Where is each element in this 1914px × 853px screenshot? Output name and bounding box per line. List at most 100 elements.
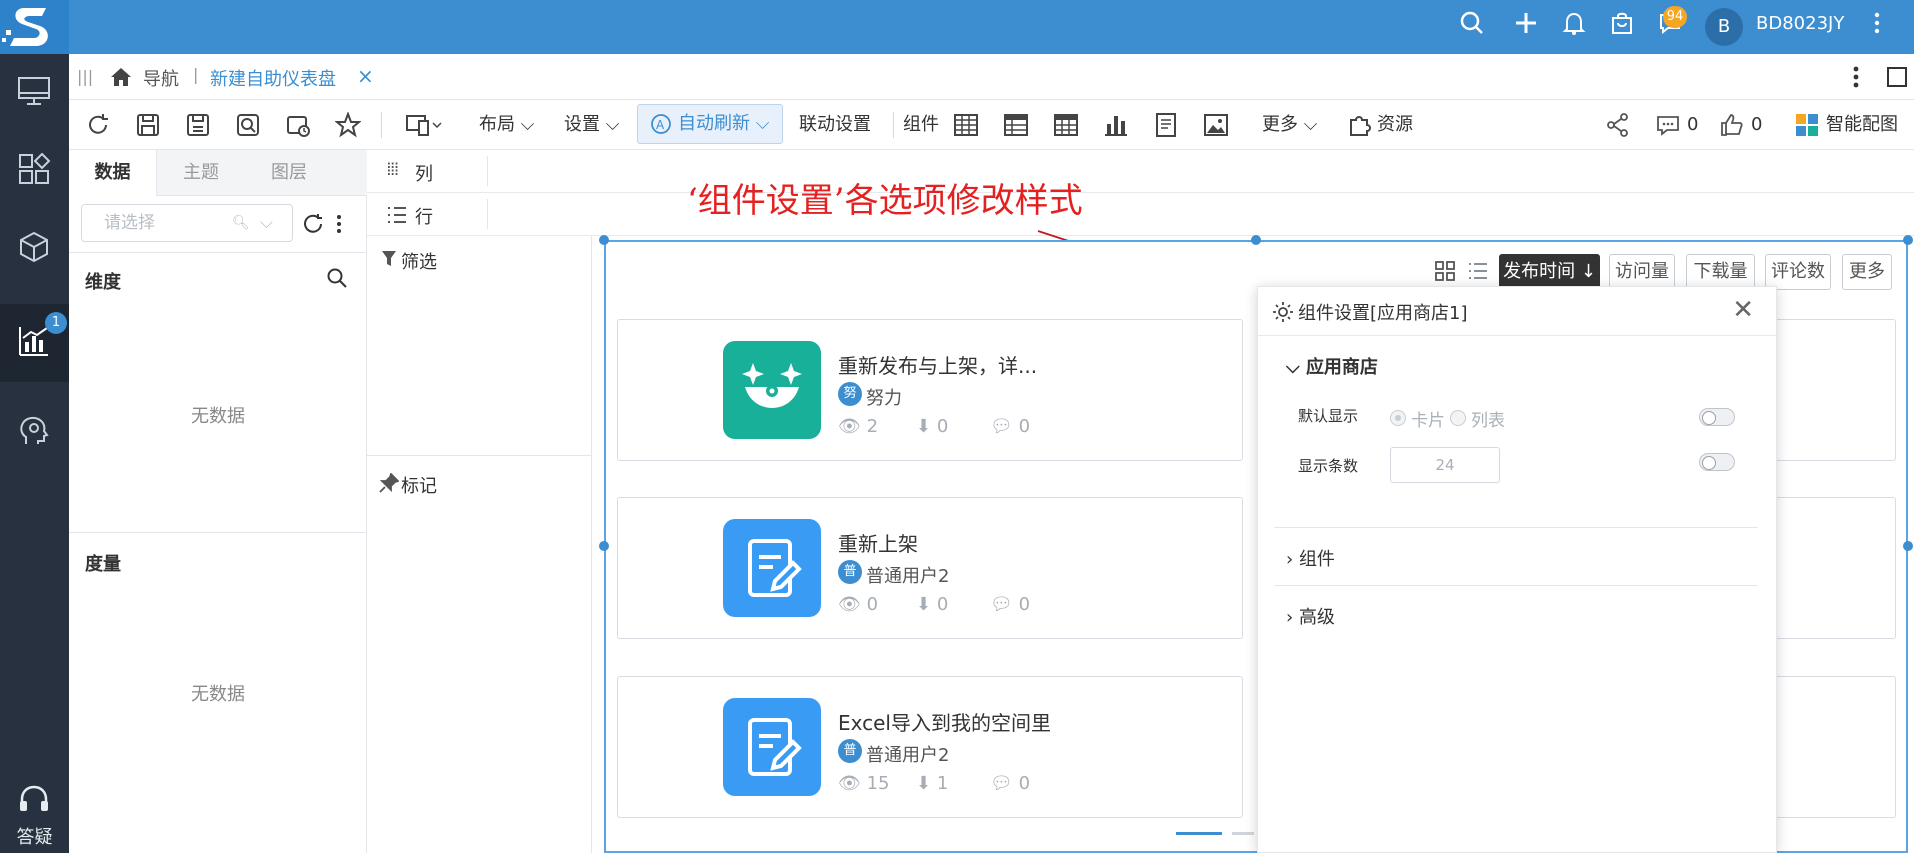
maximize-icon[interactable]: [1887, 67, 1907, 87]
views-count: 15: [866, 773, 890, 794]
tab-dashboard[interactable]: 新建自助仪表盘: [210, 65, 336, 91]
preview-icon[interactable]: [235, 112, 261, 138]
radio-card[interactable]: [1390, 410, 1406, 426]
filter-label[interactable]: 筛选: [401, 248, 437, 274]
dataset-select[interactable]: 请选择 🔍︎ ⌵: [81, 204, 293, 242]
search-icon[interactable]: [1455, 10, 1489, 44]
columns-shelf[interactable]: ⦙⦙⦙ 列: [367, 150, 1914, 193]
comment-icon[interactable]: [1655, 112, 1681, 138]
app-logo[interactable]: [0, 0, 69, 54]
save-icon[interactable]: [135, 112, 161, 138]
tab-close-icon[interactable]: ×: [357, 64, 374, 88]
pager-inactive[interactable]: [1232, 832, 1254, 835]
more-vertical-icon[interactable]: [1846, 65, 1866, 89]
grid-view-icon[interactable]: [1434, 260, 1456, 282]
sort-more[interactable]: 更多: [1842, 254, 1892, 290]
smart-chart-button[interactable]: 智能配图: [1826, 100, 1898, 150]
app-card[interactable]: 重新上架 普 普通用户2 👁︎ 0 ⬇︎ 0 💬︎ 0: [617, 497, 1243, 639]
group-component[interactable]: › 组件: [1286, 545, 1335, 571]
puzzle-icon[interactable]: [1347, 112, 1373, 138]
search-icon[interactable]: [326, 267, 348, 289]
app-title[interactable]: Excel导入到我的空间里: [838, 707, 1051, 736]
edit-doc-icon: [748, 539, 802, 597]
group-advanced[interactable]: › 高级: [1286, 603, 1335, 629]
default-display-toggle[interactable]: [1699, 408, 1735, 426]
sort-comments[interactable]: 评论数: [1765, 254, 1831, 290]
tab-bar: ||| 导航 | 新建自助仪表盘 ×: [69, 54, 1914, 100]
tab-theme[interactable]: 主题: [157, 150, 245, 196]
nav-tab[interactable]: 导航: [143, 65, 179, 91]
linkage-settings-button[interactable]: 联动设置: [799, 100, 871, 150]
radio-card-label[interactable]: 卡片: [1411, 406, 1445, 431]
more-menu[interactable]: 更多 ⌵: [1262, 100, 1317, 150]
resize-handle[interactable]: [1903, 235, 1913, 245]
refresh-icon[interactable]: [301, 212, 325, 236]
tab-data[interactable]: 数据: [69, 150, 157, 196]
radio-list[interactable]: [1450, 410, 1466, 426]
help-button[interactable]: 答疑: [0, 771, 69, 851]
pager-active[interactable]: [1176, 832, 1222, 835]
radio-list-label[interactable]: 列表: [1471, 406, 1505, 431]
app-card-partial[interactable]: [1770, 319, 1896, 461]
rail-item-analysis[interactable]: 1: [0, 304, 69, 382]
bell-icon[interactable]: [1557, 10, 1591, 44]
like-icon[interactable]: [1719, 112, 1745, 138]
count-toggle[interactable]: [1699, 453, 1735, 471]
app-card-partial[interactable]: [1770, 676, 1896, 818]
text-icon[interactable]: [1153, 112, 1179, 138]
count-input[interactable]: 24: [1390, 447, 1500, 483]
device-icon[interactable]: [405, 112, 443, 138]
resource-button[interactable]: 资源: [1377, 100, 1413, 150]
resize-handle[interactable]: [599, 235, 609, 245]
more-vertical-icon[interactable]: [1860, 10, 1894, 44]
resize-handle[interactable]: [599, 541, 609, 551]
star-icon[interactable]: [335, 112, 361, 138]
refresh-icon[interactable]: [85, 112, 111, 138]
list-view-icon[interactable]: [1467, 260, 1489, 282]
close-icon[interactable]: ✕: [1732, 295, 1754, 325]
share-icon[interactable]: [1605, 112, 1631, 138]
rail-item-brain[interactable]: [0, 394, 69, 472]
toolbar: 布局 ⌵ 设置 ⌵ A 自动刷新 ⌵ 联动设置 组件 更多 ⌵ 资源 0 0 智…: [69, 100, 1914, 150]
auto-refresh-button[interactable]: A 自动刷新 ⌵: [637, 104, 783, 144]
collapse-icon[interactable]: |||: [77, 67, 93, 86]
sort-downloads[interactable]: 下载量: [1686, 254, 1755, 290]
downloads-stat: ⬇︎ 1: [916, 773, 948, 794]
bag-icon[interactable]: [1605, 10, 1639, 44]
resize-handle[interactable]: [1903, 541, 1913, 551]
group-app-store[interactable]: ⌵ 应用商店: [1286, 353, 1378, 379]
image-icon[interactable]: [1203, 112, 1229, 138]
app-card[interactable]: 重新发布与上架，详... 努 努力 👁︎ 2 ⬇︎ 0 💬︎ 0: [617, 319, 1243, 461]
smart-chart-icon[interactable]: [1794, 112, 1820, 138]
detail-table-icon[interactable]: [1053, 112, 1079, 138]
tab-layers[interactable]: 图层: [245, 150, 333, 196]
component-label: 组件: [903, 114, 939, 135]
crosstab-icon[interactable]: [1003, 112, 1029, 138]
avatar[interactable]: B: [1705, 8, 1743, 46]
home-icon[interactable]: [109, 66, 133, 88]
rail-item-apps[interactable]: [0, 132, 69, 210]
left-rail: 1 答疑: [0, 54, 69, 853]
rail-item-cube[interactable]: [0, 210, 69, 288]
save-as-icon[interactable]: [185, 112, 211, 138]
settings-menu[interactable]: 设置 ⌵: [564, 100, 619, 150]
mark-label[interactable]: 标记: [401, 472, 437, 498]
username[interactable]: BD8023JY: [1756, 13, 1844, 34]
add-icon[interactable]: [1509, 10, 1543, 44]
more-vertical-icon[interactable]: [333, 212, 345, 236]
app-card[interactable]: Excel导入到我的空间里 普 普通用户2 👁︎ 15 ⬇︎ 1 💬︎ 0: [617, 676, 1243, 818]
app-card-partial[interactable]: [1770, 497, 1896, 639]
rail-item-screen[interactable]: [0, 54, 69, 132]
layout-menu[interactable]: 布局 ⌵: [479, 100, 534, 150]
more-label: 更多: [1262, 114, 1298, 135]
sort-views[interactable]: 访问量: [1609, 254, 1675, 290]
bar-chart-icon[interactable]: [1103, 112, 1129, 138]
app-title[interactable]: 重新发布与上架，详...: [838, 350, 1037, 379]
app-title[interactable]: 重新上架: [838, 528, 918, 557]
resize-handle[interactable]: [1251, 235, 1261, 245]
comment-count: 0: [1687, 114, 1699, 135]
sort-publish-time[interactable]: 发布时间 ↓: [1499, 254, 1600, 290]
schedule-icon[interactable]: [285, 112, 311, 138]
table-icon[interactable]: [953, 112, 979, 138]
columns-label: 列: [415, 164, 433, 185]
